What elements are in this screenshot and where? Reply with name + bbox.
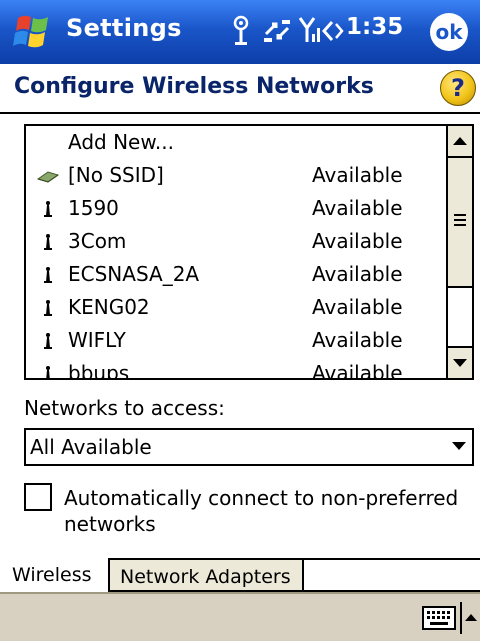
page-title: Configure Wireless Networks (14, 74, 374, 99)
auto-connect-checkbox[interactable] (24, 483, 52, 511)
network-row[interactable]: KENG02 Available (26, 291, 450, 324)
access-point-icon (44, 267, 52, 283)
scroll-down-button[interactable] (448, 346, 472, 378)
help-icon[interactable]: ? (440, 70, 476, 106)
access-point-icon (44, 201, 52, 217)
network-row[interactable]: WIFLY Available (26, 324, 450, 357)
access-point-icon (44, 333, 52, 349)
ad-hoc-network-icon (36, 171, 60, 183)
networks-to-access-select[interactable]: All Available (24, 428, 474, 466)
network-status: Available (312, 196, 403, 220)
network-status: Available (312, 262, 403, 286)
network-list[interactable]: Add New... [No SSID] Available 1590 Avai… (24, 124, 474, 380)
signal-icon[interactable] (298, 14, 322, 48)
clock[interactable]: 1:35 (346, 14, 403, 40)
add-new-item[interactable]: Add New... (26, 126, 450, 159)
network-row[interactable]: ECSNASA_2A Available (26, 258, 450, 291)
network-row[interactable]: 3Com Available (26, 225, 450, 258)
arrow-up-icon (453, 137, 467, 145)
network-status: Available (312, 295, 403, 319)
tab-strip: Wireless Network Adapters (0, 558, 480, 592)
sip-divider (460, 602, 462, 634)
list-scrollbar[interactable] (446, 126, 472, 378)
connectivity-icon[interactable] (262, 14, 292, 48)
networks-to-access-label: Networks to access: (24, 396, 225, 420)
menu-bar (0, 592, 480, 641)
network-ssid: ECSNASA_2A (68, 262, 200, 286)
tab-network-adapters[interactable]: Network Adapters (110, 558, 304, 592)
network-row[interactable]: bbups Available (26, 357, 450, 380)
network-status: Available (312, 163, 403, 187)
network-row[interactable]: 1590 Available (26, 192, 450, 225)
keyboard-icon[interactable] (422, 606, 456, 630)
network-status: Available (312, 328, 403, 352)
scroll-grip-icon (454, 214, 466, 229)
windows-start-icon[interactable] (10, 10, 56, 54)
arrow-down-icon (453, 359, 467, 367)
app-title: Settings (66, 14, 182, 42)
network-ssid: 1590 (68, 196, 119, 220)
network-ssid: WIFLY (68, 328, 126, 352)
title-bar: Settings 1:35 ok (0, 0, 480, 64)
scroll-up-button[interactable] (448, 126, 472, 158)
tab-wireless[interactable]: Wireless (0, 558, 110, 592)
network-status: Available (312, 229, 403, 253)
access-point-icon (44, 234, 52, 250)
network-ssid: [No SSID] (68, 163, 164, 187)
sip-up-arrow-icon[interactable] (464, 612, 478, 622)
ok-button[interactable]: ok (430, 13, 468, 51)
network-row[interactable]: [No SSID] Available (26, 159, 450, 192)
networks-to-access-value: All Available (30, 435, 152, 459)
access-point-icon (46, 366, 50, 378)
network-ssid: KENG02 (68, 295, 150, 319)
network-ssid: 3Com (68, 229, 127, 253)
auto-connect-label[interactable]: Automatically connect to non-preferred n… (64, 485, 464, 537)
network-ssid: bbups (68, 361, 130, 380)
access-point-icon (44, 300, 52, 316)
antenna-icon[interactable] (230, 14, 252, 48)
scroll-thumb[interactable] (448, 158, 472, 288)
add-new-label: Add New... (68, 130, 174, 154)
dropdown-arrow-icon (452, 442, 466, 450)
volume-icon[interactable] (320, 14, 346, 48)
tab-strip-filler (304, 558, 480, 592)
network-status: Available (312, 361, 403, 380)
header-divider (0, 112, 480, 114)
